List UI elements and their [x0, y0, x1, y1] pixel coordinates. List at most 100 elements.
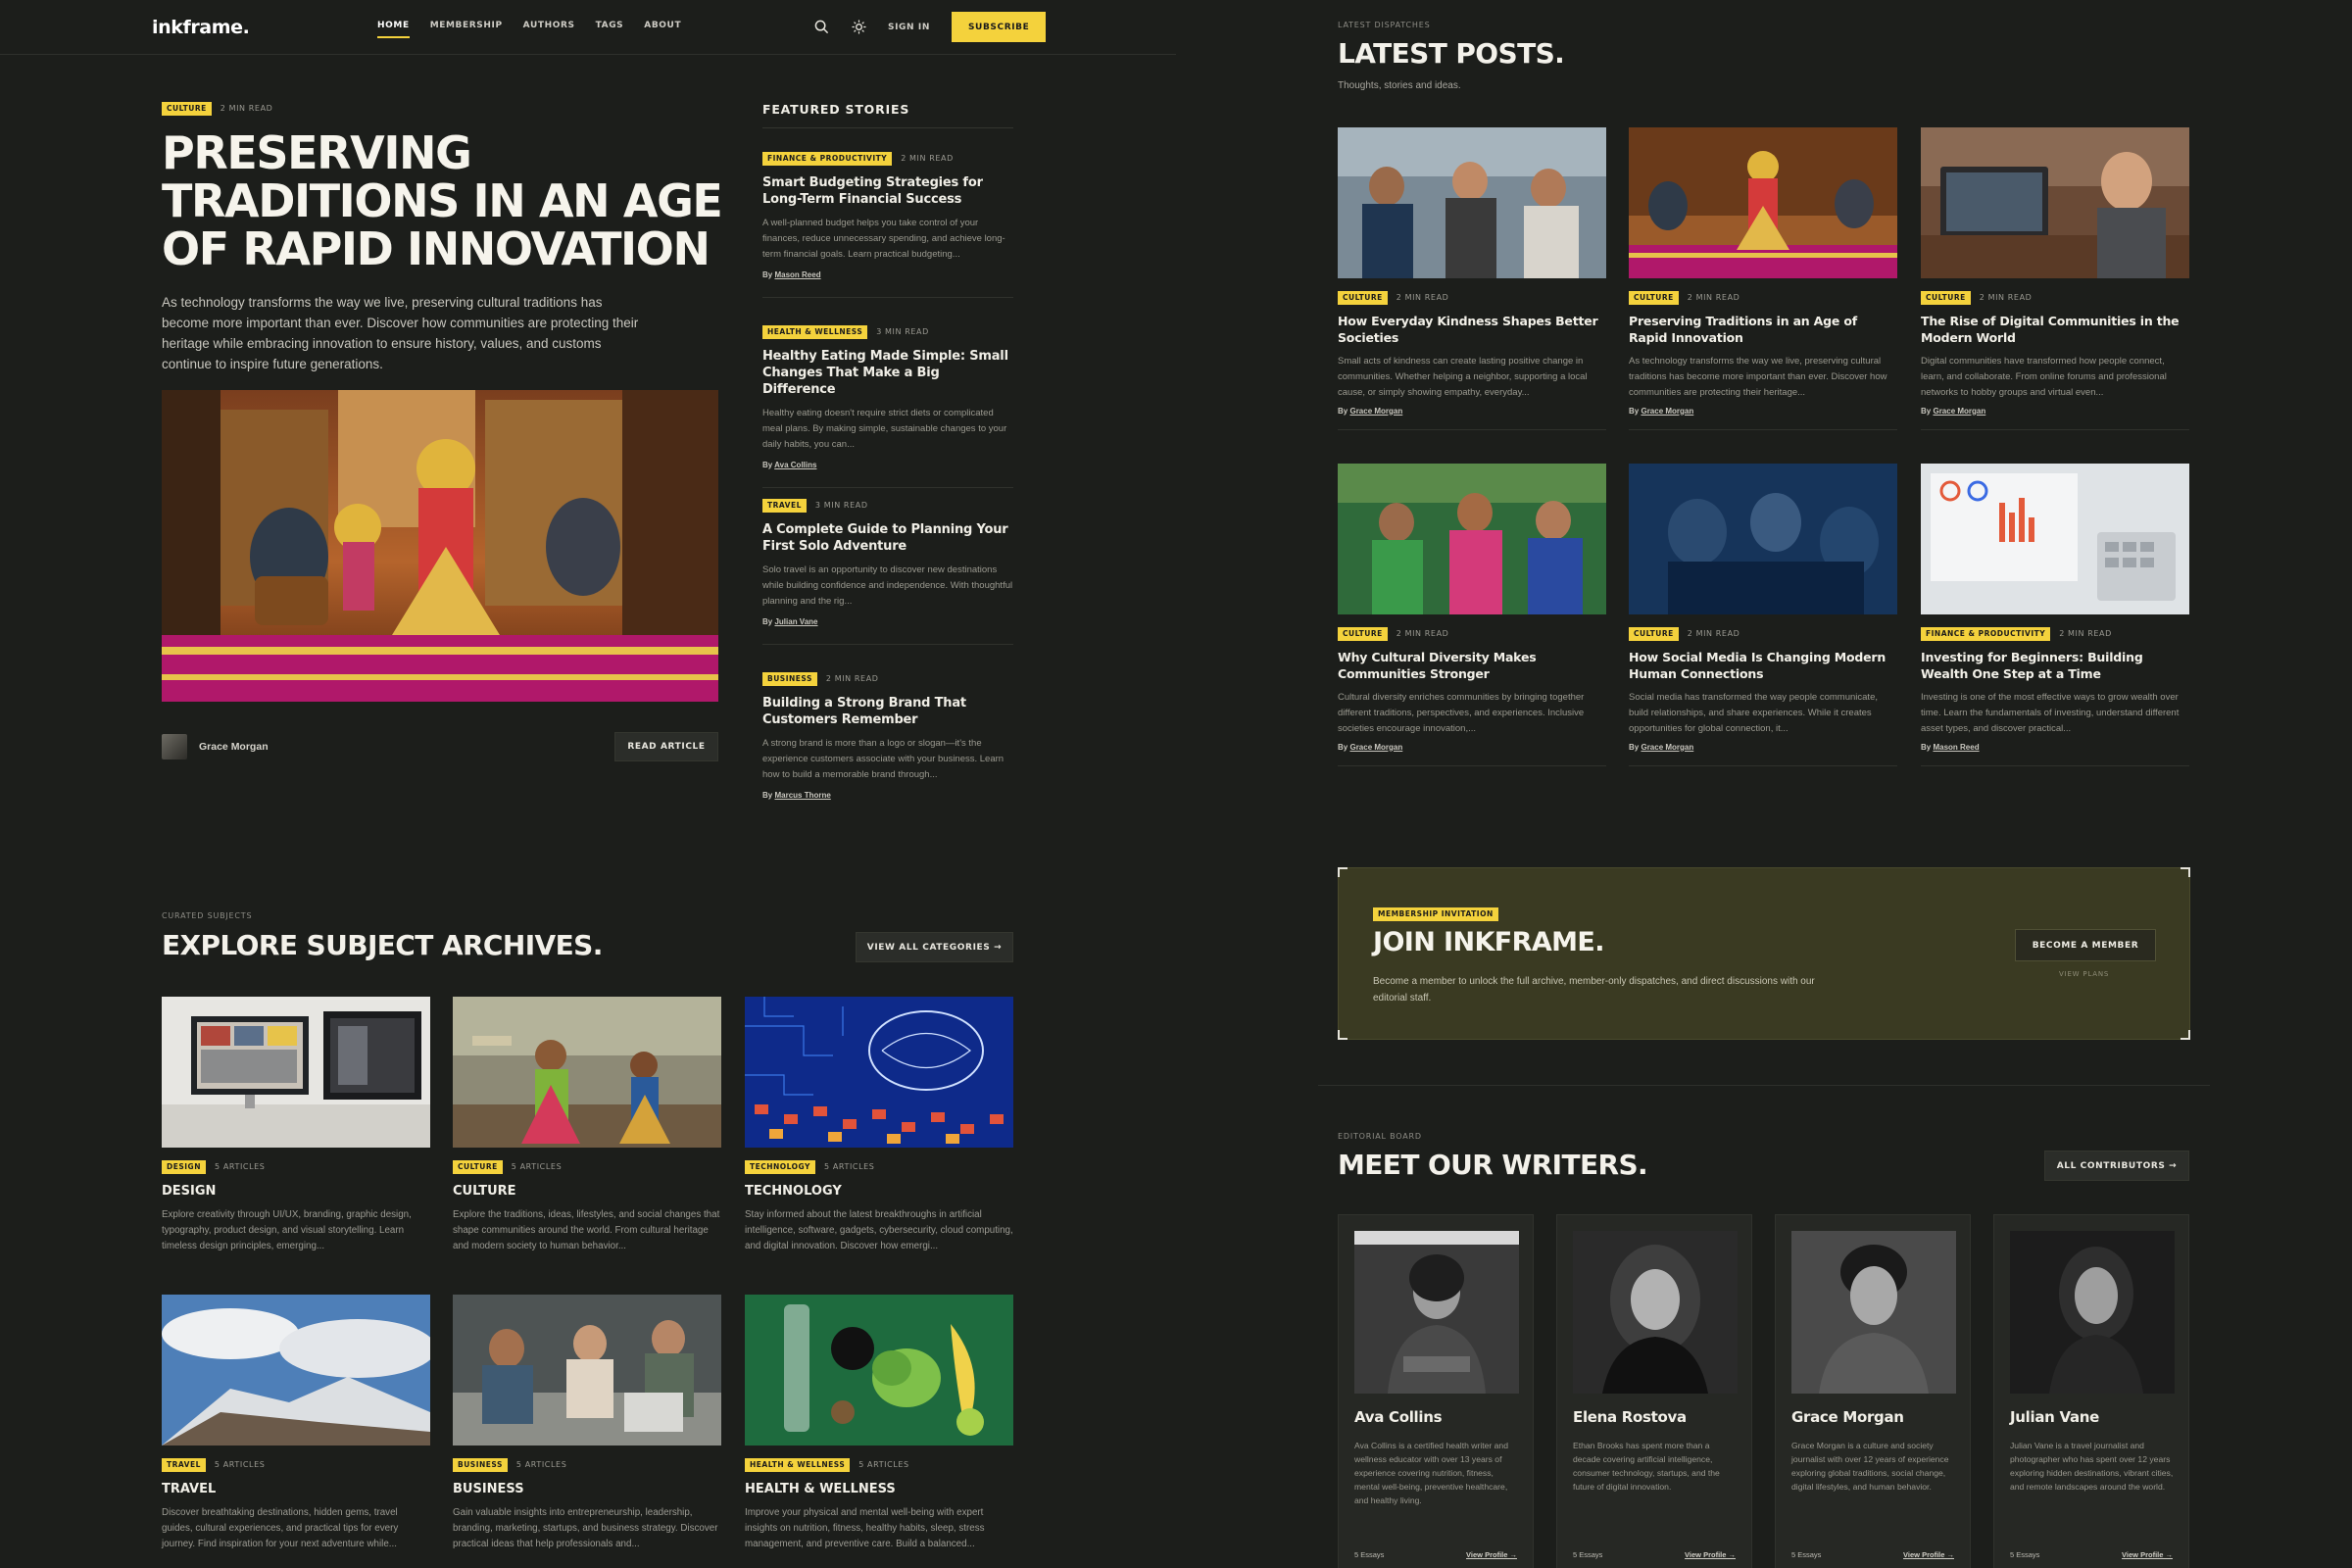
site-logo[interactable]: inkframe.: [152, 17, 250, 38]
view-profile-link[interactable]: View Profile →: [2122, 1550, 2173, 1559]
category-tag[interactable]: TECHNOLOGY: [745, 1160, 815, 1174]
hero-author-name[interactable]: Grace Morgan: [199, 741, 269, 753]
view-profile-link[interactable]: View Profile →: [1466, 1550, 1517, 1559]
featured-author-link[interactable]: Julian Vane: [774, 617, 817, 626]
writer-photo[interactable]: [1791, 1231, 1956, 1394]
featured-tag[interactable]: HEALTH & WELLNESS: [762, 325, 868, 339]
post-image[interactable]: [1338, 464, 1606, 614]
post-author-link[interactable]: Grace Morgan: [1933, 407, 1985, 416]
hero-author[interactable]: Grace Morgan: [162, 734, 269, 760]
all-contributors-button[interactable]: ALL CONTRIBUTORS →: [2044, 1151, 2189, 1181]
category-card-travel[interactable]: TRAVEL 5 ARTICLES TRAVEL Discover breatht…: [162, 1295, 430, 1552]
post-tag[interactable]: CULTURE: [1629, 627, 1679, 641]
post-title[interactable]: Why Cultural Diversity Makes Communities…: [1338, 649, 1606, 682]
search-icon[interactable]: [813, 20, 829, 35]
sign-in-link[interactable]: SIGN IN: [888, 23, 930, 32]
category-card-culture[interactable]: CULTURE 5 ARTICLES CULTURE Explore the tr…: [453, 997, 721, 1254]
post-tag[interactable]: FINANCE & PRODUCTIVITY: [1921, 627, 2051, 641]
nav-link-about[interactable]: ABOUT: [644, 21, 681, 30]
hero-image[interactable]: [162, 390, 718, 702]
post-author-link[interactable]: Mason Reed: [1933, 743, 1979, 752]
post-card[interactable]: CULTURE 2 MIN READ How Everyday Kindness …: [1338, 127, 1606, 430]
read-article-button[interactable]: READ ARTICLE: [614, 732, 718, 761]
post-image[interactable]: [1629, 127, 1897, 278]
category-name[interactable]: TRAVEL: [162, 1482, 430, 1496]
featured-title[interactable]: A Complete Guide to Planning Your First …: [762, 521, 1013, 555]
featured-title[interactable]: Healthy Eating Made Simple: Small Change…: [762, 348, 1013, 398]
category-tag[interactable]: CULTURE: [453, 1160, 503, 1174]
post-card[interactable]: CULTURE 2 MIN READ Why Cultural Diversity…: [1338, 464, 1606, 766]
category-card-health[interactable]: HEALTH & WELLNESS 5 ARTICLES HEALTH & WEL…: [745, 1295, 1013, 1552]
post-image[interactable]: [1921, 464, 2189, 614]
post-author-link[interactable]: Grace Morgan: [1349, 407, 1402, 416]
writer-photo[interactable]: [1354, 1231, 1519, 1394]
category-image[interactable]: [162, 1295, 430, 1446]
post-tag[interactable]: CULTURE: [1338, 291, 1388, 305]
writer-name[interactable]: Elena Rostova: [1573, 1408, 1687, 1426]
subscribe-button[interactable]: SUBSCRIBE: [951, 12, 1047, 42]
featured-item[interactable]: BUSINESS 2 MIN READ Building a Strong Bra…: [762, 672, 1013, 800]
post-card[interactable]: CULTURE 2 MIN READ Preserving Traditions …: [1629, 127, 1897, 430]
featured-tag[interactable]: BUSINESS: [762, 672, 817, 686]
post-title[interactable]: The Rise of Digital Communities in the M…: [1921, 313, 2189, 346]
category-tag[interactable]: TRAVEL: [162, 1458, 206, 1472]
post-title[interactable]: How Everyday Kindness Shapes Better Soci…: [1338, 313, 1606, 346]
featured-tag[interactable]: FINANCE & PRODUCTIVITY: [762, 152, 893, 166]
post-title[interactable]: Investing for Beginners: Building Wealth…: [1921, 649, 2189, 682]
view-all-categories-button[interactable]: VIEW ALL CATEGORIES →: [856, 932, 1013, 962]
category-tag[interactable]: BUSINESS: [453, 1458, 508, 1472]
category-image[interactable]: [745, 1295, 1013, 1446]
featured-author-link[interactable]: Mason Reed: [774, 270, 820, 279]
category-image[interactable]: [162, 997, 430, 1148]
view-profile-link[interactable]: View Profile →: [1903, 1550, 1954, 1559]
view-plans-link[interactable]: VIEW PLANS: [2059, 970, 2109, 978]
nav-link-membership[interactable]: MEMBERSHIP: [430, 21, 503, 30]
featured-title[interactable]: Building a Strong Brand That Customers R…: [762, 695, 1013, 728]
featured-tag[interactable]: TRAVEL: [762, 499, 807, 513]
nav-link-home[interactable]: HOME: [377, 21, 410, 38]
category-name[interactable]: CULTURE: [453, 1184, 721, 1199]
post-author-link[interactable]: Grace Morgan: [1641, 743, 1693, 752]
writer-name[interactable]: Julian Vane: [2010, 1408, 2099, 1426]
post-image[interactable]: [1629, 464, 1897, 614]
category-image[interactable]: [453, 1295, 721, 1446]
featured-author-link[interactable]: Marcus Thorne: [774, 791, 830, 800]
post-tag[interactable]: CULTURE: [1921, 291, 1971, 305]
category-name[interactable]: DESIGN: [162, 1184, 430, 1199]
post-image[interactable]: [1921, 127, 2189, 278]
category-card-business[interactable]: BUSINESS 5 ARTICLES BUSINESS Gain valuabl…: [453, 1295, 721, 1552]
post-card[interactable]: CULTURE 2 MIN READ How Social Media Is Ch…: [1629, 464, 1897, 766]
post-image[interactable]: [1338, 127, 1606, 278]
nav-link-authors[interactable]: AUTHORS: [523, 21, 575, 30]
become-member-button[interactable]: BECOME A MEMBER: [2015, 929, 2156, 961]
writer-card[interactable]: Julian Vane Julian Vane is a travel jour…: [1993, 1214, 2189, 1568]
featured-title[interactable]: Smart Budgeting Strategies for Long-Term…: [762, 174, 1013, 208]
post-title[interactable]: Preserving Traditions in an Age of Rapid…: [1629, 313, 1897, 346]
featured-item[interactable]: FINANCE & PRODUCTIVITY 2 MIN READ Smart B…: [762, 152, 1013, 298]
category-image[interactable]: [453, 997, 721, 1148]
writer-photo[interactable]: [1573, 1231, 1738, 1394]
writer-name[interactable]: Ava Collins: [1354, 1408, 1443, 1426]
category-tag[interactable]: DESIGN: [162, 1160, 206, 1174]
post-title[interactable]: How Social Media Is Changing Modern Huma…: [1629, 649, 1897, 682]
featured-author-link[interactable]: Ava Collins: [774, 461, 816, 469]
category-tag[interactable]: HEALTH & WELLNESS: [745, 1458, 851, 1472]
category-card-technology[interactable]: TECHNOLOGY 5 ARTICLES TECHNOLOGY Stay inf…: [745, 997, 1013, 1254]
hero-tag[interactable]: CULTURE: [162, 102, 212, 116]
category-card-design[interactable]: DESIGN 5 ARTICLES DESIGN Explore creativi…: [162, 997, 430, 1254]
theme-toggle-icon[interactable]: [851, 20, 866, 35]
post-card[interactable]: CULTURE 2 MIN READ The Rise of Digital Co…: [1921, 127, 2189, 430]
nav-link-tags[interactable]: TAGS: [596, 21, 624, 30]
writer-card[interactable]: Elena Rostova Ethan Brooks has spent mor…: [1556, 1214, 1752, 1568]
category-name[interactable]: TECHNOLOGY: [745, 1184, 1013, 1199]
post-card[interactable]: FINANCE & PRODUCTIVITY 2 MIN READ Investi…: [1921, 464, 2189, 766]
featured-item[interactable]: HEALTH & WELLNESS 3 MIN READ Healthy Eati…: [762, 325, 1013, 488]
category-image[interactable]: [745, 997, 1013, 1148]
category-name[interactable]: BUSINESS: [453, 1482, 721, 1496]
hero-title[interactable]: PRESERVING TRADITIONS IN AN AGE OF RAPID…: [162, 129, 730, 273]
featured-item[interactable]: TRAVEL 3 MIN READ A Complete Guide to Pla…: [762, 499, 1013, 645]
writer-card[interactable]: Grace Morgan Grace Morgan is a culture a…: [1775, 1214, 1971, 1568]
post-tag[interactable]: CULTURE: [1338, 627, 1388, 641]
writer-name[interactable]: Grace Morgan: [1791, 1408, 1904, 1426]
writer-card[interactable]: Ava Collins Ava Collins is a certified h…: [1338, 1214, 1534, 1568]
